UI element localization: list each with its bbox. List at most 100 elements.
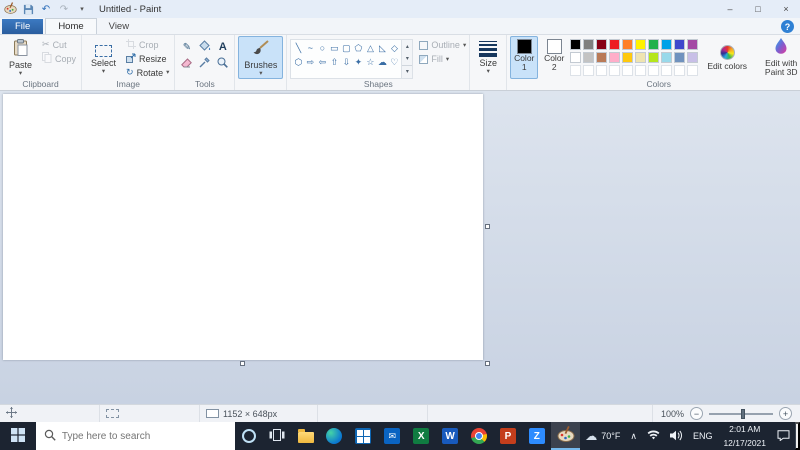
shape-icon[interactable]: ✦ [352, 55, 364, 69]
color-swatch[interactable] [622, 52, 634, 63]
color-swatch[interactable] [570, 52, 582, 63]
shape-icon[interactable]: ⇩ [340, 55, 352, 69]
eraser-tool[interactable] [178, 56, 195, 72]
color-swatch[interactable] [674, 39, 686, 50]
shape-icon[interactable]: ☁ [376, 55, 388, 69]
copy-button[interactable]: Copy [40, 52, 78, 65]
shape-icon[interactable]: ☆ [364, 55, 376, 69]
canvas-resize-handle-right[interactable] [485, 224, 490, 229]
save-button[interactable] [21, 2, 35, 16]
canvas-resize-handle-corner[interactable] [485, 361, 490, 366]
weather-widget[interactable]: ☁ 70°F [580, 422, 625, 450]
color-picker-tool[interactable] [196, 56, 213, 72]
color-swatch-empty[interactable] [674, 65, 686, 76]
taskbar-app-word[interactable]: W [436, 422, 465, 450]
color-swatch[interactable] [609, 39, 621, 50]
taskbar-app-paint[interactable] [551, 422, 581, 450]
color-swatch-empty[interactable] [596, 65, 608, 76]
tab-view[interactable]: View [97, 19, 141, 34]
hidden-icons-button[interactable]: ∧ [625, 422, 642, 450]
color-swatch[interactable] [648, 39, 660, 50]
color-swatch[interactable] [661, 52, 673, 63]
close-button[interactable]: × [772, 0, 800, 18]
search-input[interactable] [61, 430, 212, 442]
color-swatch[interactable] [648, 52, 660, 63]
shape-icon[interactable]: ╲ [292, 41, 304, 55]
color-swatch-empty[interactable] [622, 65, 634, 76]
tab-home[interactable]: Home [45, 18, 97, 34]
canvas-resize-handle-bottom[interactable] [240, 361, 245, 366]
clock[interactable]: 2:01 AM 12/17/2021 [717, 422, 772, 450]
zoom-slider-thumb[interactable] [741, 408, 745, 419]
volume-button[interactable] [665, 422, 688, 450]
minimize-button[interactable]: – [716, 0, 744, 18]
pencil-tool[interactable]: ✎ [178, 39, 195, 55]
fill-button[interactable]: Fill ▾ [419, 54, 466, 64]
shape-icon[interactable]: ⇦ [316, 55, 328, 69]
color-swatch-empty[interactable] [648, 65, 660, 76]
taskbar-app-store[interactable] [349, 422, 378, 450]
taskbar-app-zoom[interactable]: Z [522, 422, 551, 450]
color-swatch-empty[interactable] [661, 65, 673, 76]
help-icon[interactable]: ? [781, 20, 794, 33]
tab-file[interactable]: File [2, 19, 44, 34]
edit-colors-button[interactable]: Edit colors [701, 36, 753, 79]
start-button[interactable] [0, 422, 36, 450]
shape-icon[interactable]: ○ [316, 41, 328, 55]
shape-icon[interactable]: ◇ [388, 41, 400, 55]
color-swatch[interactable] [635, 52, 647, 63]
color-swatch[interactable] [687, 39, 699, 50]
undo-button[interactable]: ↶ [39, 2, 53, 16]
color-swatch[interactable] [635, 39, 647, 50]
taskbar-app-chrome[interactable] [465, 422, 494, 450]
size-button[interactable]: Size ▾ [473, 36, 503, 79]
network-button[interactable] [642, 422, 665, 450]
taskbar-search[interactable] [35, 422, 236, 450]
cortana-button[interactable] [235, 422, 263, 450]
maximize-button[interactable]: □ [744, 0, 772, 18]
color-swatch[interactable] [687, 52, 699, 63]
show-desktop-button[interactable] [795, 422, 800, 450]
shape-icon[interactable]: ⇨ [304, 55, 316, 69]
shapes-scroll-up-icon[interactable]: ▴ [402, 40, 413, 53]
color-swatch[interactable] [596, 52, 608, 63]
cut-button[interactable]: ✂ Cut [40, 39, 78, 50]
color-swatch[interactable] [570, 39, 582, 50]
shape-icon[interactable]: ~ [304, 41, 316, 55]
shape-icon[interactable]: ◺ [376, 41, 388, 55]
color-swatch[interactable] [609, 52, 621, 63]
color-swatch[interactable] [583, 39, 595, 50]
color-swatch-empty[interactable] [583, 65, 595, 76]
color-swatch-empty[interactable] [687, 65, 699, 76]
zoom-in-button[interactable]: + [779, 407, 792, 420]
shape-icon[interactable]: ♡ [388, 55, 400, 69]
taskbar-app-edge[interactable] [320, 422, 349, 450]
zoom-slider[interactable] [709, 408, 773, 419]
shape-icon[interactable]: ⬡ [292, 55, 304, 69]
shape-icon[interactable]: ⇧ [328, 55, 340, 69]
task-view-button[interactable] [263, 422, 291, 450]
fill-tool[interactable] [196, 39, 213, 55]
edit-with-paint3d-button[interactable]: Edit with Paint 3D [755, 36, 800, 79]
resize-button[interactable]: Resize [124, 53, 171, 65]
taskbar-app-powerpoint[interactable]: P [493, 422, 522, 450]
rotate-button[interactable]: ↻ Rotate ▾ [124, 67, 171, 78]
outline-button[interactable]: Outline ▾ [419, 40, 466, 50]
action-center-button[interactable] [772, 422, 795, 450]
taskbar-app-file-explorer[interactable] [291, 422, 320, 450]
shape-icon[interactable]: ▢ [340, 41, 352, 55]
color-swatch[interactable] [622, 39, 634, 50]
shape-icon[interactable]: △ [364, 41, 376, 55]
color-swatch[interactable] [661, 39, 673, 50]
zoom-out-button[interactable]: − [690, 407, 703, 420]
color-swatch-empty[interactable] [635, 65, 647, 76]
taskbar-app-mail[interactable]: ✉ [378, 422, 407, 450]
language-indicator[interactable]: ENG [688, 422, 718, 450]
brushes-button[interactable]: Brushes ▾ [238, 36, 284, 79]
select-button[interactable]: Select ▾ [85, 36, 122, 79]
redo-button[interactable]: ↷ [57, 2, 71, 16]
crop-button[interactable]: Crop [124, 39, 171, 51]
drawing-canvas[interactable] [3, 94, 483, 360]
color1-button[interactable]: Color 1 [510, 36, 539, 79]
taskbar-app-excel[interactable]: X [407, 422, 436, 450]
